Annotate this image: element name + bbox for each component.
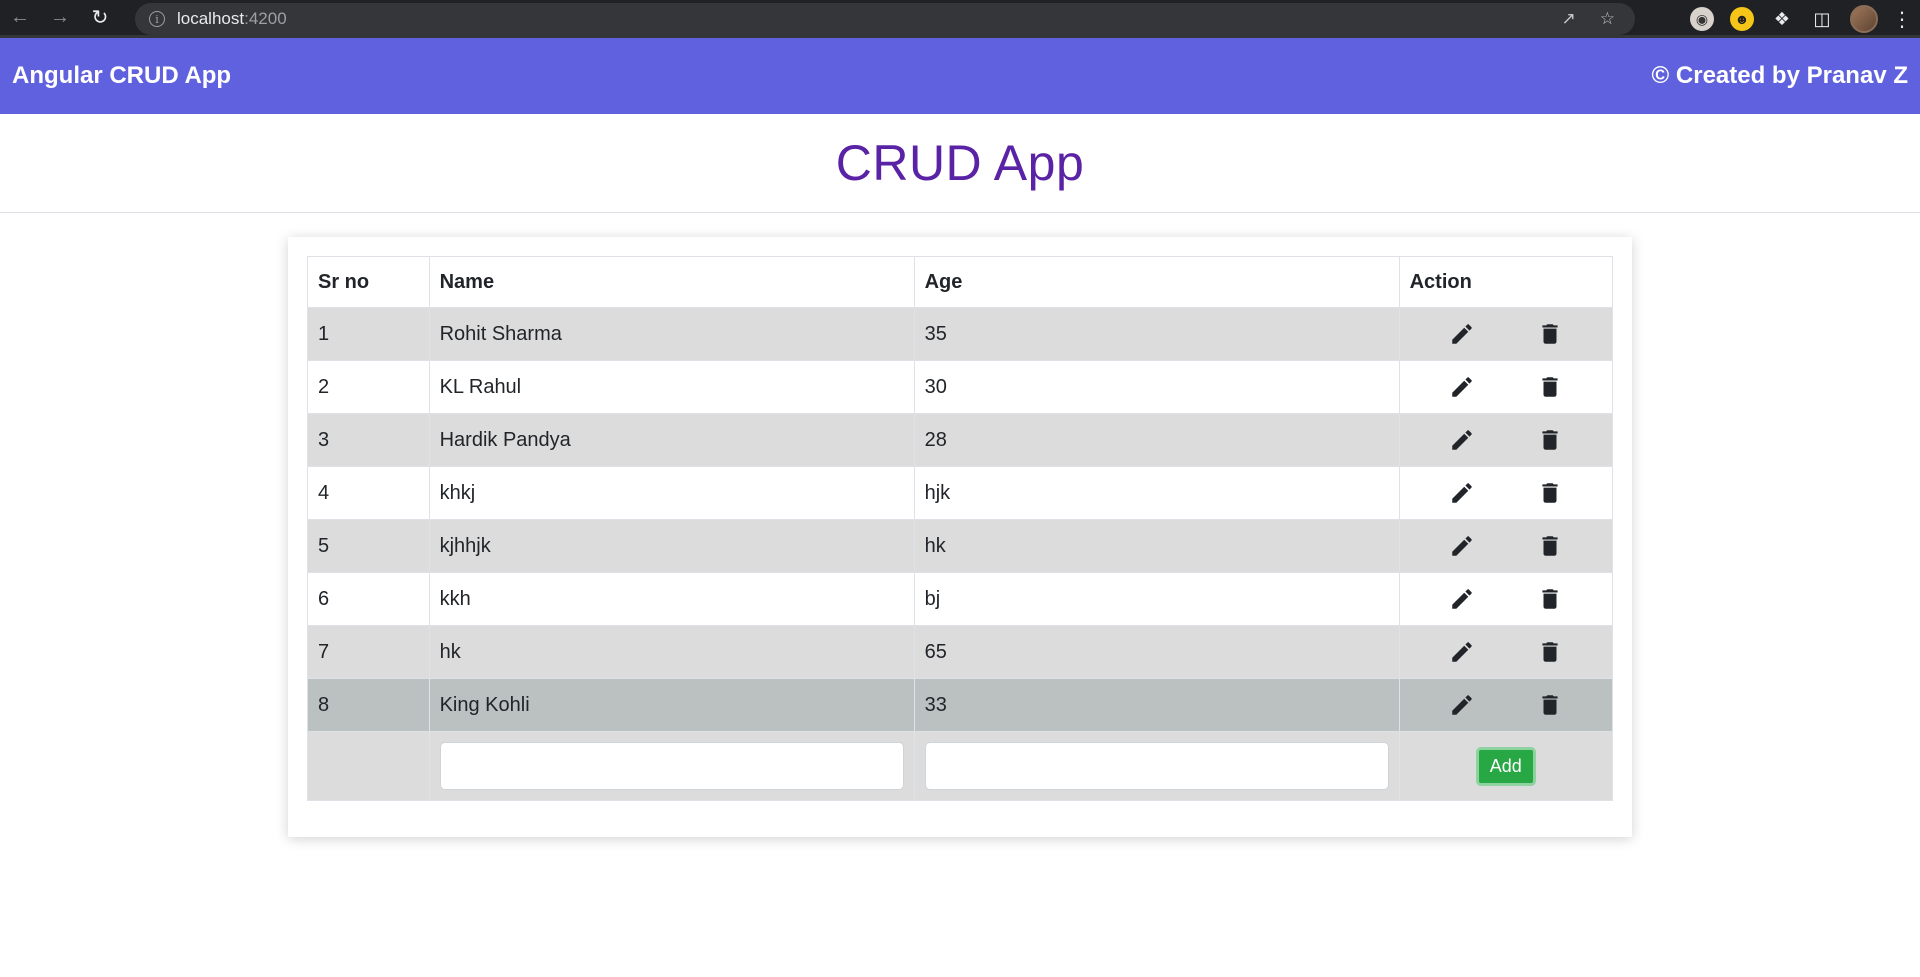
trash-icon[interactable] [1535,372,1565,402]
trash-icon[interactable] [1535,637,1565,667]
url-host: localhost [177,9,245,28]
reload-icon[interactable]: ↻ [80,0,120,37]
cell-name: kjhhjk [428,519,915,573]
pencil-icon[interactable] [1447,372,1477,402]
cell-name: Hardik Pandya [428,413,915,467]
extensions-puzzle-icon[interactable]: ❖ [1770,7,1794,31]
page-header: CRUD App [0,114,1920,213]
cell-sr-no: 1 [307,307,430,361]
table-body: 1 Rohit Sharma 35 2 KL Rahul 30 3 Hardik… [307,307,1614,801]
browser-toolbar: ← → ↻ i localhost:4200 ↗ ☆ ◉ ☻ ❖ ◫ ⋮ [0,0,1920,38]
cell-actions [1398,360,1614,414]
cell-actions [1398,307,1614,361]
add-row-empty-cell [307,731,430,801]
cell-age: 28 [913,413,1400,467]
pencil-icon[interactable] [1447,584,1477,614]
extension-yellow-icon[interactable]: ☻ [1730,7,1754,31]
cell-age: 33 [913,678,1400,732]
cell-actions [1398,625,1614,679]
cell-age: 35 [913,307,1400,361]
cell-actions [1398,413,1614,467]
name-input[interactable] [439,742,904,790]
page-title: CRUD App [835,135,1085,191]
header-name: Name [428,256,915,308]
profile-avatar[interactable] [1850,5,1878,33]
share-icon[interactable]: ↗ [1562,9,1576,29]
players-table: Sr no Name Age Action 1 Rohit Sharma 3 5 … [307,256,1614,801]
cell-actions [1398,678,1614,732]
cell-name: kkh [428,572,915,626]
url-port: :4200 [244,9,287,28]
cell-actions [1398,519,1614,573]
side-panel-icon[interactable]: ◫ [1810,7,1834,31]
cell-name: Rohit Sharma [428,307,915,361]
table-row: 4 khkj hjk [307,466,1614,520]
cell-actions [1398,572,1614,626]
trash-icon[interactable] [1535,319,1565,349]
app-navbar: Angular CRUD App © Created by Pranav Z [0,38,1920,114]
add-name-cell [428,731,915,801]
header-sr-no: Sr no [307,256,430,308]
trash-icon[interactable] [1535,690,1565,720]
header-action: Action [1398,256,1614,308]
cell-sr-no: 2 [307,360,430,414]
cell-sr-no: 5 [307,519,430,573]
cell-age: hk [913,519,1400,573]
extension-owl-icon[interactable]: ◉ [1690,7,1714,31]
trash-icon[interactable] [1535,584,1565,614]
add-entry-row: Add [307,731,1614,801]
cell-actions [1398,466,1614,520]
cell-age: 30 [913,360,1400,414]
cell-age: bj [913,572,1400,626]
cell-name: hk [428,625,915,679]
pencil-icon[interactable] [1447,531,1477,561]
cell-sr-no: 8 [307,678,430,732]
site-info-icon[interactable]: i [149,11,165,27]
add-button[interactable]: Add [1475,746,1536,786]
add-button-cell: Add [1398,731,1614,801]
cell-sr-no: 4 [307,466,430,520]
table-row: 8 King Kohli 33 [307,678,1614,732]
cell-name: khkj [428,466,915,520]
cell-name: KL Rahul [428,360,915,414]
table-row: 3 Hardik Pandya 28 [307,413,1614,467]
navbar-credit: © Created by Pranav Z [1651,62,1908,89]
add-age-cell [913,731,1400,801]
bookmark-star-icon[interactable]: ☆ [1600,9,1615,29]
trash-icon[interactable] [1535,531,1565,561]
pencil-icon[interactable] [1447,637,1477,667]
crud-card: Sr no Name Age Action 1 Rohit Sharma 3 5 … [288,237,1632,837]
trash-icon[interactable] [1535,425,1565,455]
pencil-icon[interactable] [1447,690,1477,720]
cell-sr-no: 7 [307,625,430,679]
navbar-brand[interactable]: Angular CRUD App [12,62,231,90]
trash-icon[interactable] [1535,478,1565,508]
pencil-icon[interactable] [1447,478,1477,508]
header-age: Age [913,256,1400,308]
table-header-row: Sr no Name Age Action [307,256,1614,308]
pencil-icon[interactable] [1447,319,1477,349]
address-bar[interactable]: i localhost:4200 ↗ ☆ [135,3,1635,35]
pencil-icon[interactable] [1447,425,1477,455]
cell-sr-no: 6 [307,572,430,626]
cell-name: King Kohli [428,678,915,732]
forward-arrow-icon[interactable]: → [40,0,80,37]
cell-age: hjk [913,466,1400,520]
table-row: 5 kjhhjk hk [307,519,1614,573]
cell-sr-no: 3 [307,413,430,467]
table-row: 7 hk 65 [307,625,1614,679]
cell-age: 65 [913,625,1400,679]
age-input[interactable] [924,742,1389,790]
browser-menu-icon[interactable]: ⋮ [1892,7,1912,31]
table-row: 2 KL Rahul 30 [307,360,1614,414]
table-row: 1 Rohit Sharma 35 [307,307,1614,361]
table-row: 6 kkh bj [307,572,1614,626]
back-arrow-icon[interactable]: ← [0,0,40,37]
